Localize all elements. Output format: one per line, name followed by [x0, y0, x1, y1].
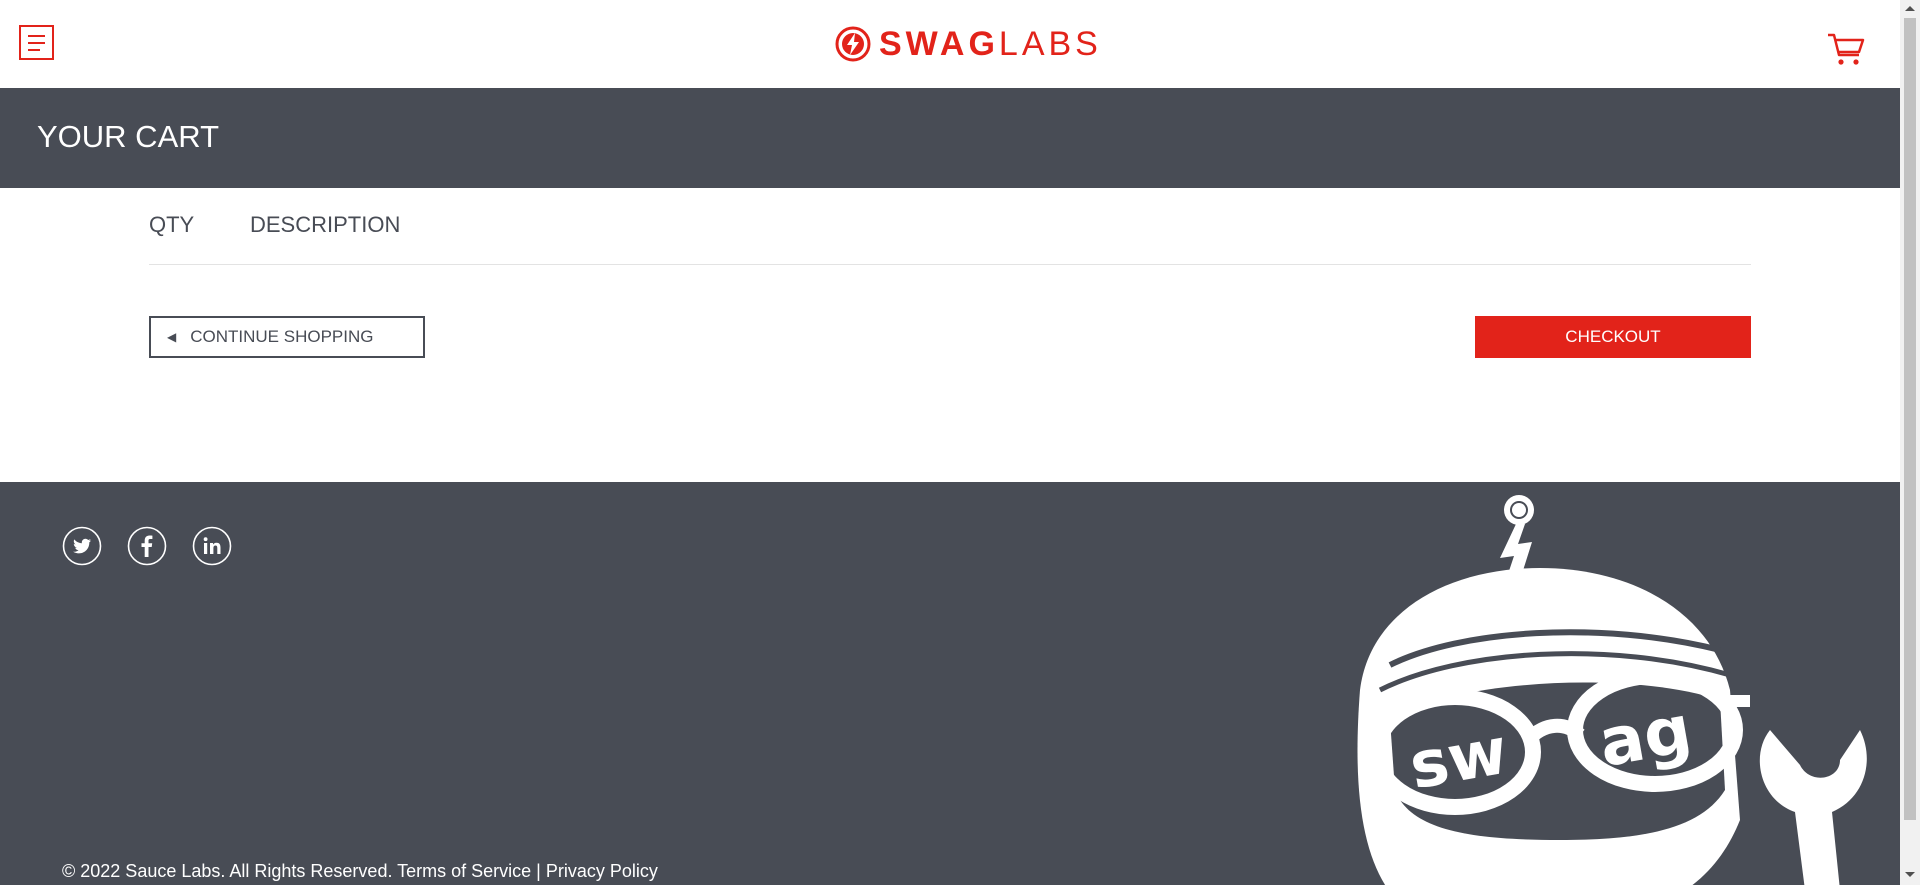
social-facebook-link[interactable] — [127, 526, 167, 566]
checkout-button[interactable]: CHECKOUT — [1475, 316, 1751, 358]
copyright-text: © 2022 Sauce Labs. All Rights Reserved. … — [62, 861, 658, 881]
hamburger-line — [28, 42, 45, 44]
checkout-label: CHECKOUT — [1565, 327, 1661, 346]
continue-shopping-label: CONTINUE SHOPPING — [190, 327, 374, 346]
logo-bolt-icon — [835, 26, 871, 62]
secondary-header: YOUR CART — [0, 88, 1900, 188]
logo-text-bold: SWAG — [879, 25, 999, 63]
shopping-cart-icon — [1828, 33, 1865, 65]
logo-text-light: LABS — [998, 25, 1102, 63]
back-arrow-icon: ◀ — [167, 330, 177, 344]
scroll-down-arrow-icon[interactable] — [1905, 872, 1915, 877]
shopping-cart-link[interactable] — [1826, 31, 1866, 67]
cart-quantity-label: QTY — [149, 212, 195, 237]
menu-button[interactable] — [19, 25, 54, 60]
hamburger-menu-icon — [28, 35, 45, 37]
page-title: YOUR CART — [37, 119, 220, 154]
linkedin-icon — [192, 526, 232, 566]
page: SWAGLABS YOUR CART QTY DESCRIPTION ◀ CON… — [0, 0, 1900, 885]
swag-bot-mascot-icon: sw ag — [1357, 495, 1867, 885]
scrollbar-thumb[interactable] — [1904, 18, 1916, 820]
app-header: SWAGLABS — [0, 0, 1900, 88]
scroll-up-arrow-icon[interactable] — [1905, 6, 1915, 11]
twitter-icon — [62, 526, 102, 566]
logo-text: SWAGLABS — [879, 26, 1102, 62]
hamburger-line — [28, 49, 40, 51]
svg-text:ag: ag — [1593, 690, 1697, 782]
swag-labs-logo: SWAGLABS — [835, 26, 1102, 62]
page-scrollbar[interactable] — [1900, 0, 1920, 885]
cart-divider — [149, 264, 1751, 265]
facebook-icon — [127, 526, 167, 566]
footer: © 2022 Sauce Labs. All Rights Reserved. … — [0, 482, 1900, 885]
social-linkedin-link[interactable] — [192, 526, 232, 566]
social-twitter-link[interactable] — [62, 526, 102, 566]
continue-shopping-button[interactable]: ◀ CONTINUE SHOPPING — [149, 316, 425, 358]
cart-description-label: DESCRIPTION — [250, 212, 401, 237]
